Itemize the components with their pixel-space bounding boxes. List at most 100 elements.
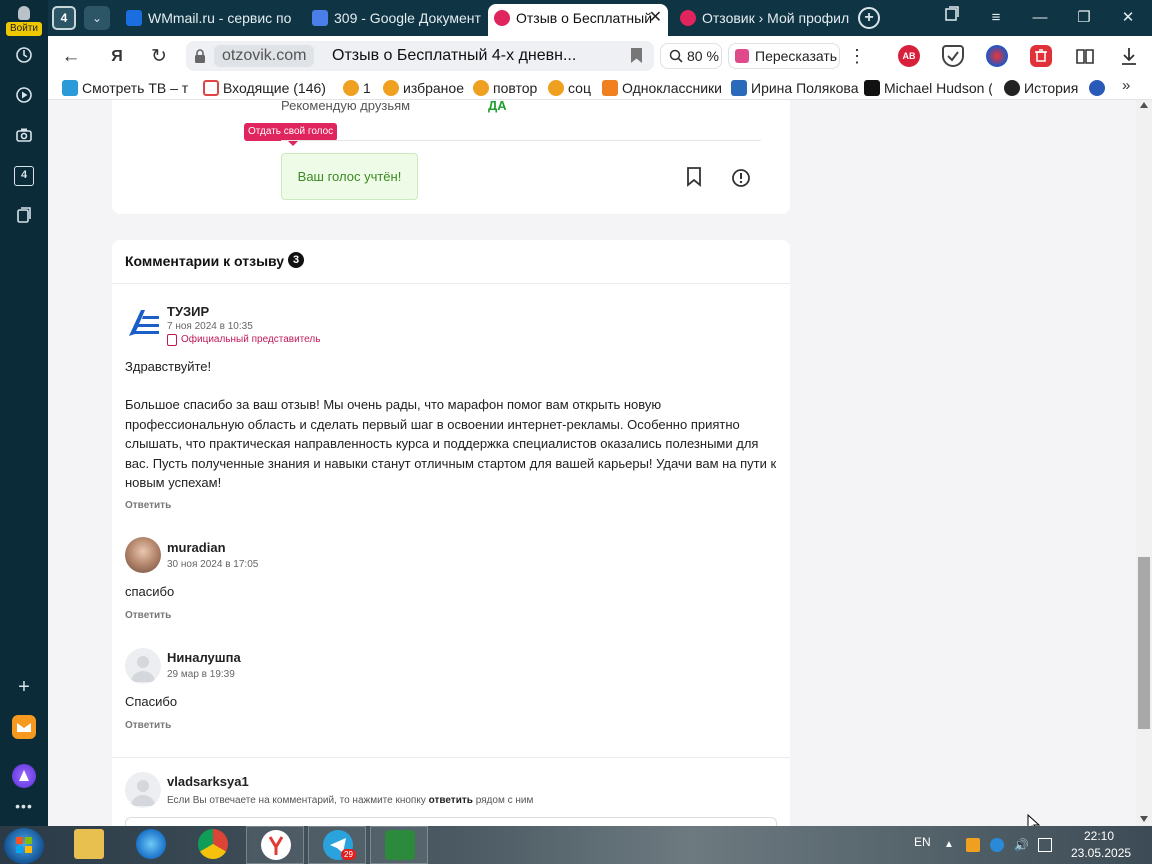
otzovik-icon: [680, 10, 696, 26]
reply-button[interactable]: Ответить: [125, 500, 171, 511]
reload-icon[interactable]: ↻: [146, 44, 172, 70]
collections-badge[interactable]: 4: [14, 166, 34, 186]
tray-expand-icon[interactable]: ▲: [944, 838, 958, 852]
shield-extension-icon[interactable]: [942, 45, 964, 67]
yandex-icon[interactable]: Я: [104, 44, 130, 70]
vk-icon: [731, 80, 747, 96]
close-window-icon[interactable]: ✕: [1116, 6, 1140, 30]
history-icon[interactable]: [14, 46, 34, 66]
avatar[interactable]: [125, 648, 161, 684]
url-field[interactable]: otzovik.com Отзыв о Бесплатный 4-х дневн…: [186, 41, 654, 71]
bookmark-gmail[interactable]: Входящие (146) -: [203, 79, 327, 97]
back-arrow-icon[interactable]: ←: [58, 44, 84, 70]
notes-icon[interactable]: [14, 206, 34, 226]
tab-bar: 4 ⌄ WMmail.ru - сервис по 309 - Google Д…: [48, 0, 1152, 36]
bookmarks-manager-icon[interactable]: [940, 6, 964, 30]
avatar: [125, 772, 161, 808]
taskbar-ie[interactable]: [122, 826, 180, 864]
mouse-cursor-icon: [1027, 814, 1041, 826]
start-button[interactable]: [4, 828, 44, 864]
comment-text: Большое спасибо за ваш отзыв! Мы очень р…: [125, 397, 777, 490]
tuzir-logo-avatar[interactable]: [125, 306, 161, 342]
clock-date[interactable]: 23.05.2025: [1071, 846, 1131, 860]
translate-extension-icon[interactable]: [986, 45, 1008, 67]
download-icon[interactable]: [1118, 45, 1140, 67]
tab-otzovik-review[interactable]: Отзыв о Бесплатный ✕: [488, 4, 668, 36]
taskbar-telegram[interactable]: 29: [308, 826, 366, 864]
bookmark-tv[interactable]: Смотреть ТВ – те: [62, 79, 188, 97]
page-scrollbar[interactable]: [1136, 100, 1152, 826]
bookmark-vk[interactable]: Ирина Полякова: [731, 79, 859, 97]
adblock-extension-icon[interactable]: AB: [898, 45, 920, 67]
divider: [112, 283, 790, 284]
add-icon[interactable]: +: [14, 677, 34, 697]
reply-button[interactable]: Ответить: [125, 720, 171, 731]
trash-extension-icon[interactable]: [1030, 45, 1052, 67]
close-tab-icon[interactable]: ✕: [649, 4, 662, 32]
taskbar-chrome[interactable]: [184, 826, 242, 864]
scroll-up-icon[interactable]: [1140, 102, 1148, 108]
taskbar-app[interactable]: [370, 826, 428, 864]
bookmark-folder-repeat[interactable]: повтор: [473, 79, 537, 97]
tray-app-icon[interactable]: [966, 838, 980, 852]
bookmark-odnoklassniki[interactable]: Одноклассники: [602, 79, 722, 97]
language-indicator[interactable]: EN: [914, 835, 931, 849]
bookmark-extra-icon[interactable]: [1089, 80, 1105, 96]
more-icon[interactable]: •••: [14, 796, 34, 816]
otzovik-icon: [494, 10, 510, 26]
taskbar-yandex-browser[interactable]: [246, 826, 304, 864]
taskbar-explorer[interactable]: [60, 826, 118, 864]
bookmarks-overflow-icon[interactable]: »: [1122, 77, 1130, 94]
history-icon: [1004, 80, 1020, 96]
restore-icon[interactable]: ❐: [1072, 6, 1096, 30]
tab-label: 309 - Google Документ: [334, 10, 481, 26]
hamburger-menu-icon[interactable]: ≡: [984, 6, 1008, 30]
reply-button[interactable]: Ответить: [125, 610, 171, 621]
bookmark-folder-favorites[interactable]: избраное: [383, 79, 464, 97]
retell-button[interactable]: Пересказать: [728, 43, 840, 69]
volume-icon[interactable]: 🔊: [1014, 838, 1029, 852]
camera-icon[interactable]: [14, 126, 34, 146]
comments-heading: Комментарии к отзыву: [125, 253, 285, 269]
tray-network-icon[interactable]: [990, 838, 1004, 852]
avatar[interactable]: [125, 537, 161, 573]
tab-counter[interactable]: 4: [52, 6, 76, 30]
tabs-menu-chevron-icon[interactable]: ⌄: [84, 6, 110, 30]
more-options-icon[interactable]: ⋮: [848, 44, 866, 68]
report-icon[interactable]: [731, 168, 751, 188]
bookmark-folder-social[interactable]: соц: [548, 79, 591, 97]
comment-author[interactable]: muradian: [167, 540, 226, 555]
notifications-icon[interactable]: [1038, 838, 1052, 852]
play-icon[interactable]: [14, 86, 34, 106]
comment-input[interactable]: [125, 817, 777, 826]
new-tab-button[interactable]: +: [858, 7, 880, 29]
reader-extension-icon[interactable]: [1074, 45, 1096, 67]
bookmark-x[interactable]: Michael Hudson (: [864, 79, 992, 97]
tab-wmmail[interactable]: WMmail.ru - сервис по: [120, 4, 298, 32]
login-button[interactable]: Войти: [6, 4, 42, 36]
comment-date: 7 ноя 2024 в 10:35: [167, 321, 253, 332]
mail-app-icon[interactable]: [12, 715, 36, 739]
zoom-indicator[interactable]: 80 %: [660, 43, 722, 69]
comment-author[interactable]: Ниналушпа: [167, 650, 241, 665]
bookmark-label: повтор: [493, 80, 538, 96]
vote-tooltip: Отдать свой голос: [244, 123, 338, 146]
clock-time[interactable]: 22:10: [1084, 829, 1114, 843]
bookmark-history[interactable]: История: [1004, 79, 1078, 97]
taskbar: 29 EN ▲ 🔊 22:10 23.05.2025: [0, 826, 1152, 864]
tv-icon: [62, 80, 78, 96]
lock-icon[interactable]: [194, 49, 206, 63]
hint-text-bold: ответить: [428, 795, 473, 806]
minimize-icon[interactable]: —: [1028, 6, 1052, 30]
tab-otzovik-profile[interactable]: Отзовик › Мой профил: [674, 4, 850, 32]
bookmark-page-icon[interactable]: [631, 48, 642, 63]
alice-icon[interactable]: [12, 764, 36, 788]
tab-google-docs[interactable]: 309 - Google Документ: [306, 4, 484, 32]
retell-icon: [735, 49, 749, 63]
bookmark-folder-1[interactable]: 1: [343, 79, 371, 97]
comment-author[interactable]: ТУЗИР: [167, 304, 209, 319]
bookmark-review-icon[interactable]: [686, 167, 702, 187]
gmail-icon: [203, 80, 219, 96]
scroll-down-icon[interactable]: [1140, 816, 1148, 822]
scroll-thumb[interactable]: [1138, 557, 1150, 729]
